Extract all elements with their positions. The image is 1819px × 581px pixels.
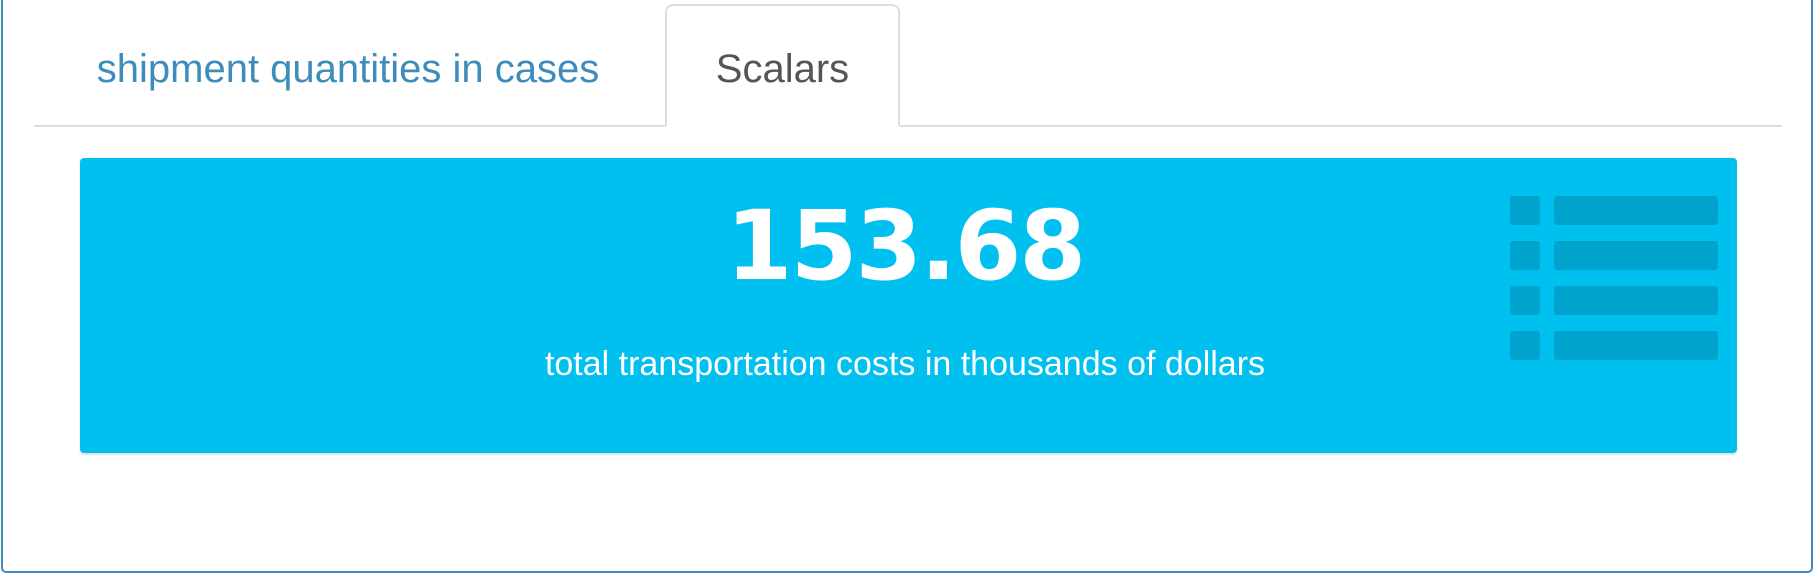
list-icon-line (1554, 331, 1718, 360)
tab-shipment-quantities[interactable]: shipment quantities in cases (34, 4, 662, 127)
list-icon-bullet (1510, 331, 1540, 360)
list-icon-line (1554, 196, 1718, 225)
list-icon (1510, 196, 1722, 362)
value-box-value: 153.68 (725, 190, 1086, 302)
list-icon-bullet (1510, 286, 1540, 315)
value-box: 153.68 total transportation costs in tho… (80, 158, 1737, 453)
list-icon-line (1554, 286, 1718, 315)
list-icon-line (1554, 241, 1718, 270)
list-icon-bullet (1510, 196, 1540, 225)
tab-scalars[interactable]: Scalars (665, 4, 900, 127)
value-box-caption: total transportation costs in thousands … (544, 345, 1266, 383)
list-icon-bullet (1510, 241, 1540, 270)
tab-scalars-label: Scalars (715, 47, 850, 91)
tab-shipment-quantities-label: shipment quantities in cases (96, 47, 600, 91)
